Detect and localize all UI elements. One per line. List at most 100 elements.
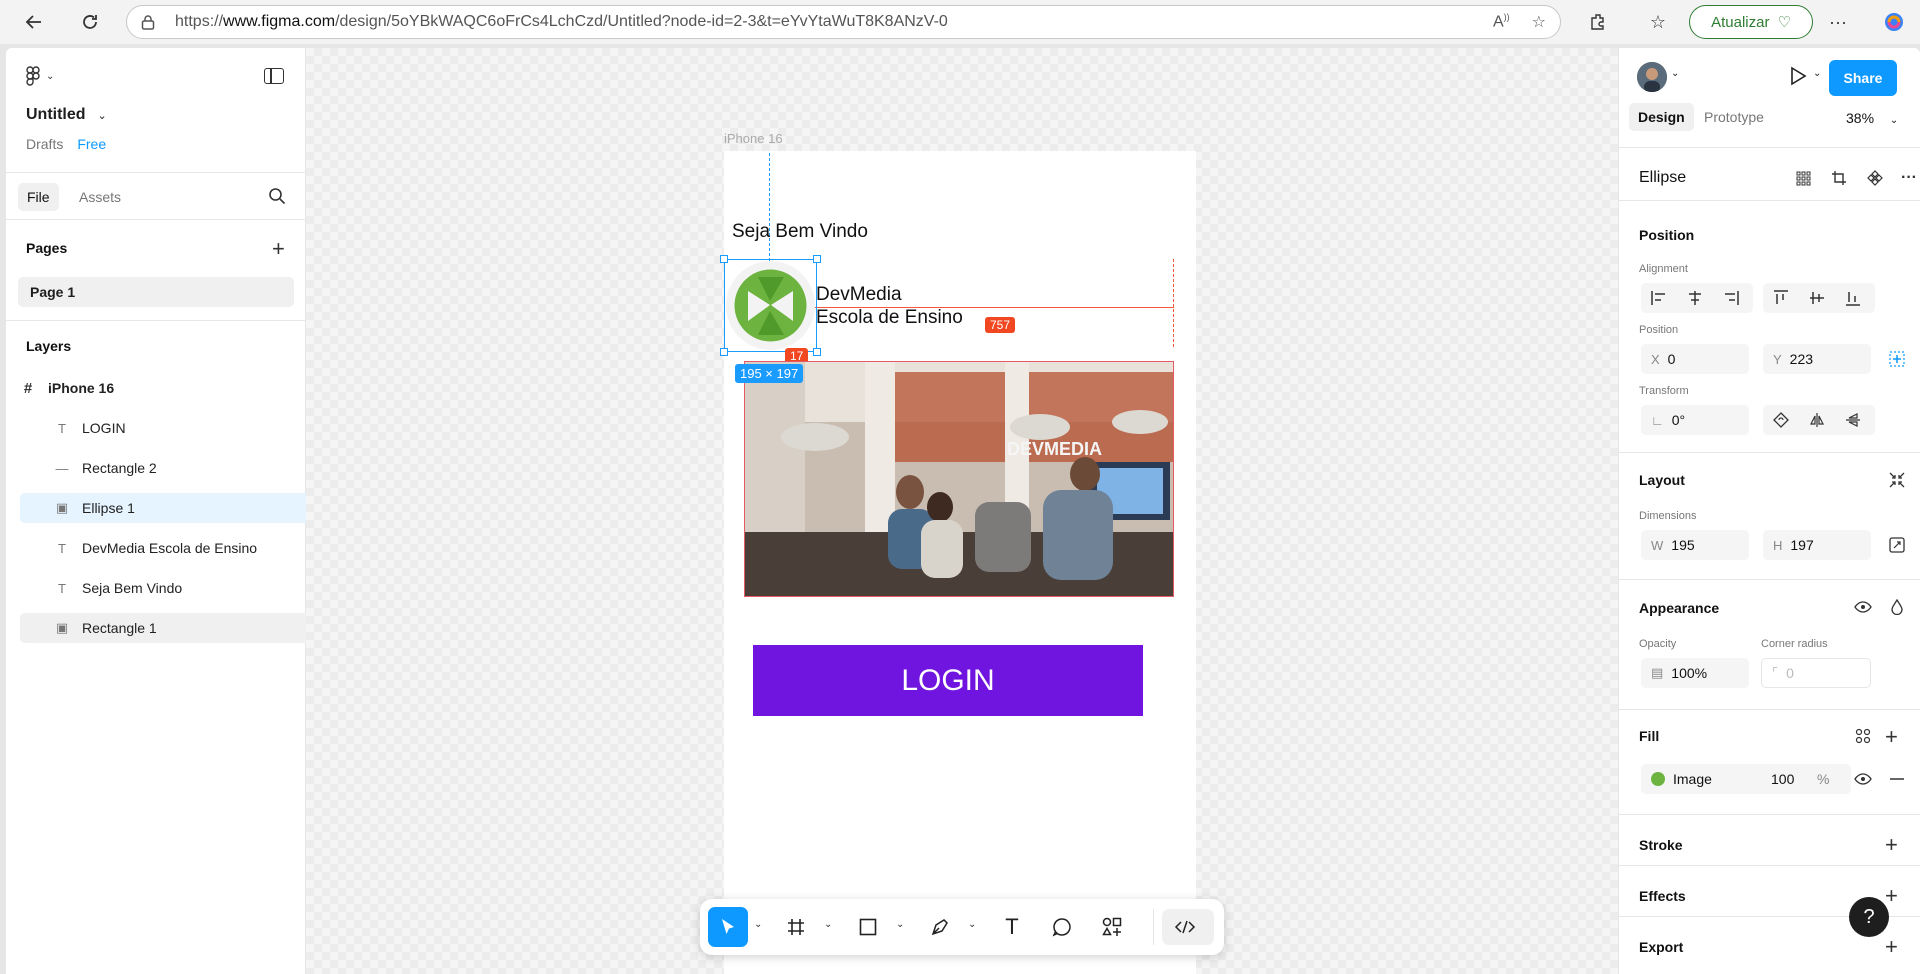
opacity-icon: ▤ — [1651, 665, 1664, 680]
eye-icon[interactable] — [1849, 765, 1877, 793]
drafts-link[interactable]: Drafts — [26, 136, 63, 152]
blend-mode-icon[interactable] — [1883, 593, 1911, 621]
flip-vertical-icon[interactable] — [1839, 406, 1867, 434]
toggle-sidebar-icon[interactable] — [264, 68, 284, 84]
plan-badge[interactable]: Free — [77, 136, 106, 152]
remove-fill-icon[interactable] — [1883, 765, 1911, 793]
align-top-icon[interactable] — [1767, 284, 1795, 312]
grid-icon[interactable] — [1789, 164, 1817, 192]
alignment-label: Alignment — [1639, 263, 1688, 275]
design-canvas[interactable]: iPhone 16 Seja Bem Vindo DevMedia Escola… — [306, 48, 1618, 974]
chevron-down-icon[interactable]: ⌄ — [1813, 68, 1821, 79]
layer-item[interactable]: T LOGIN — [52, 413, 306, 443]
read-aloud-icon[interactable]: A)) — [1493, 12, 1510, 32]
chevron-down-icon[interactable]: ⌄ — [754, 919, 762, 930]
layer-item[interactable]: T Seja Bem Vindo — [52, 573, 306, 603]
align-left-icon[interactable] — [1645, 284, 1673, 312]
move-tool-icon[interactable] — [708, 907, 748, 947]
resize-handle[interactable] — [720, 348, 728, 356]
text-icon: T — [58, 580, 66, 596]
rotation-field[interactable]: ∟ 0° — [1641, 405, 1749, 435]
more-icon[interactable]: ··· — [1895, 164, 1920, 192]
resize-handle[interactable] — [813, 348, 821, 356]
favorite-star-icon[interactable]: ☆ — [1532, 12, 1546, 32]
welcome-text[interactable]: Seja Bem Vindo — [732, 221, 868, 243]
resize-to-fit-icon[interactable] — [1883, 531, 1911, 559]
help-button[interactable]: ? — [1849, 897, 1889, 937]
extensions-icon[interactable] — [1580, 4, 1616, 40]
y-field[interactable]: Y 223 — [1763, 344, 1871, 374]
chevron-down-icon[interactable]: ⌄ — [1671, 68, 1679, 79]
login-button[interactable]: LOGIN — [753, 645, 1143, 716]
styles-icon[interactable] — [1849, 722, 1877, 750]
align-right-icon[interactable] — [1717, 284, 1745, 312]
layer-item[interactable]: T DevMedia Escola de Ensino — [52, 533, 306, 563]
update-browser-button[interactable]: Atualizar ♡ — [1689, 5, 1813, 39]
frame-tool-icon[interactable] — [776, 907, 816, 947]
more-icon[interactable]: ··· — [1820, 4, 1856, 40]
layer-frame[interactable]: # iPhone 16 — [18, 373, 304, 403]
resize-handle[interactable] — [813, 255, 821, 263]
add-fill-icon[interactable]: + — [1885, 726, 1898, 748]
frame-label[interactable]: iPhone 16 — [724, 131, 783, 146]
chevron-down-icon[interactable]: ⌄ — [896, 919, 904, 930]
align-bottom-icon[interactable] — [1839, 284, 1867, 312]
add-export-icon[interactable]: + — [1885, 936, 1898, 958]
resize-handle[interactable] — [720, 255, 728, 263]
dev-mode-toggle[interactable] — [1162, 909, 1214, 945]
add-effect-icon[interactable]: + — [1885, 885, 1898, 907]
pages-heading: Pages — [26, 240, 68, 256]
chevron-down-icon[interactable]: ⌄ — [824, 919, 832, 930]
opacity-label: Opacity — [1639, 638, 1677, 650]
present-icon[interactable] — [1789, 66, 1807, 86]
main-menu-button[interactable]: ⌄ — [26, 66, 54, 86]
x-field[interactable]: X 0 — [1641, 344, 1749, 374]
align-center-icon[interactable] — [1681, 284, 1709, 312]
tab-assets[interactable]: Assets — [70, 183, 130, 211]
actions-tool-icon[interactable] — [1092, 907, 1132, 947]
chevron-down-icon[interactable]: ⌄ — [968, 919, 976, 930]
brand-text[interactable]: DevMedia Escola de Ensino — [816, 283, 963, 329]
constraints-icon[interactable] — [1883, 345, 1911, 373]
tab-prototype[interactable]: Prototype — [1695, 103, 1773, 131]
avatar[interactable] — [1637, 62, 1667, 92]
tab-design[interactable]: Design — [1629, 103, 1694, 131]
align-middle-icon[interactable] — [1803, 284, 1831, 312]
fill-row[interactable]: Image 100 % — [1641, 764, 1851, 794]
opacity-field[interactable]: ▤ 100% — [1641, 658, 1749, 688]
add-stroke-icon[interactable]: + — [1885, 834, 1898, 856]
line-icon: — — [55, 460, 69, 476]
comment-tool-icon[interactable] — [1042, 907, 1082, 947]
pen-tool-icon[interactable] — [920, 907, 960, 947]
copilot-icon[interactable] — [1876, 4, 1912, 40]
collapse-icon[interactable] — [1883, 466, 1911, 494]
layer-item-selected[interactable]: ▣ Ellipse 1 — [20, 493, 306, 523]
reload-icon[interactable] — [72, 4, 108, 40]
layer-item[interactable]: ▣ Rectangle 1 — [20, 613, 306, 643]
component-icon[interactable] — [1861, 164, 1889, 192]
chevron-down-icon: ⌄ — [97, 109, 107, 122]
height-field[interactable]: H 197 — [1763, 530, 1871, 560]
flip-horizontal-icon[interactable] — [1803, 406, 1831, 434]
rectangle-tool-icon[interactable] — [848, 907, 888, 947]
text-icon: T — [58, 540, 66, 556]
width-field[interactable]: W 195 — [1641, 530, 1749, 560]
text-tool-icon[interactable]: T — [992, 907, 1032, 947]
address-bar[interactable]: https://www.figma.com/design/5oYBkWAQC6o… — [126, 5, 1561, 39]
add-page-icon[interactable]: + — [272, 238, 285, 260]
share-button[interactable]: Share — [1829, 60, 1897, 96]
page-item[interactable]: Page 1 — [18, 277, 294, 307]
eye-icon[interactable] — [1849, 593, 1877, 621]
layer-item[interactable]: — Rectangle 2 — [52, 453, 306, 483]
rotate-icon[interactable] — [1767, 406, 1795, 434]
search-icon[interactable] — [268, 187, 286, 205]
corner-radius-field[interactable]: ⌜ 0 — [1761, 658, 1871, 688]
zoom-level[interactable]: 38% ⌄ — [1846, 110, 1898, 126]
crop-icon[interactable] — [1825, 164, 1853, 192]
layer-label: Rectangle 2 — [82, 460, 157, 476]
classroom-photo[interactable]: DEVMEDIA — [744, 361, 1174, 597]
file-title[interactable]: Untitled ⌄ — [26, 106, 107, 124]
tab-file[interactable]: File — [18, 183, 59, 211]
favorites-icon[interactable]: ☆ — [1640, 4, 1676, 40]
back-icon[interactable] — [16, 4, 52, 40]
